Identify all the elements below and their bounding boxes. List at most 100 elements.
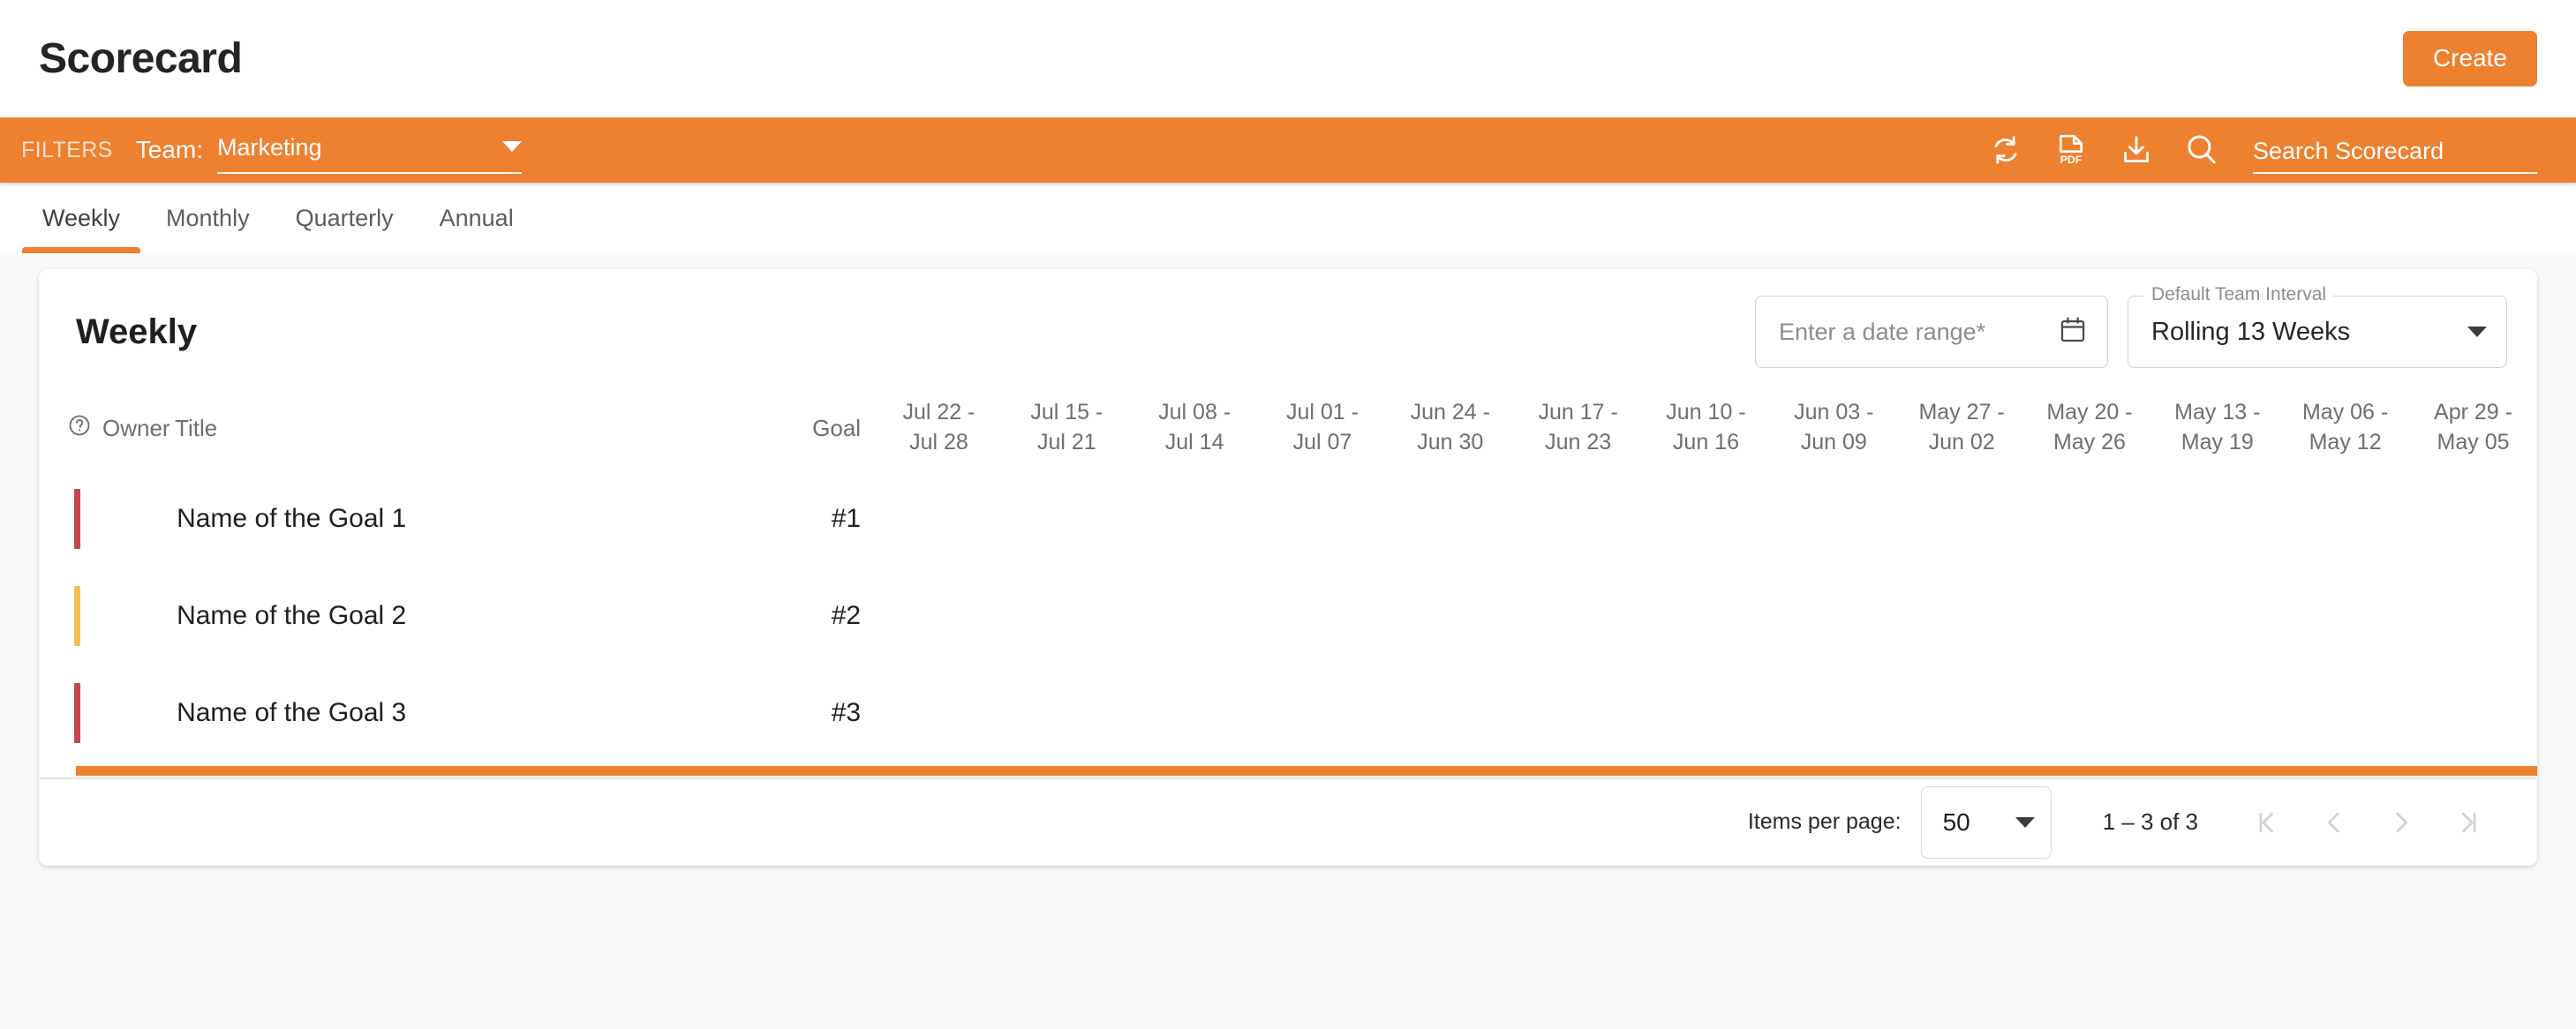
items-per-page-select[interactable]: 50 — [1920, 785, 2052, 859]
column-header-week-4[interactable]: Jul 01 - Jul 07 — [1259, 386, 1387, 470]
column-header-week-3[interactable]: Jul 08 - Jul 14 — [1131, 386, 1259, 470]
previous-page-icon[interactable] — [2301, 789, 2368, 856]
refresh-icon[interactable] — [1986, 131, 2025, 169]
row-week-cell-13[interactable] — [2409, 567, 2537, 665]
row-week-cell-8[interactable] — [1770, 470, 1898, 567]
row-week-cell-4[interactable] — [1259, 665, 1387, 762]
row-week-cell-7[interactable] — [1642, 567, 1770, 665]
row-title-cell[interactable]: Name of the Goal 3 — [175, 665, 746, 762]
row-week-cell-12[interactable] — [2281, 665, 2409, 762]
column-header-week-2[interactable]: Jul 15 - Jul 21 — [1003, 386, 1131, 470]
create-button[interactable]: Create — [2402, 31, 2537, 86]
help-circle-icon[interactable] — [67, 413, 92, 444]
download-icon[interactable] — [2117, 131, 2156, 169]
default-team-interval-label: Default Team Interval — [2144, 285, 2334, 304]
column-header-week-1[interactable]: Jul 22 - Jul 28 — [875, 386, 1003, 470]
row-week-cell-1[interactable] — [875, 665, 1003, 762]
row-week-cell-9[interactable] — [1898, 470, 2026, 567]
row-week-cell-13[interactable] — [2409, 665, 2537, 762]
row-week-cell-3[interactable] — [1131, 470, 1259, 567]
scorecard-card: Weekly Enter a date range* Default Team … — [39, 269, 2537, 866]
search-icon[interactable] — [2182, 131, 2221, 169]
table-row[interactable]: Name of the Goal 3 #3 — [39, 665, 2537, 762]
column-header-week-7[interactable]: Jun 10 - Jun 16 — [1642, 386, 1770, 470]
status-indicator-bar — [74, 683, 80, 743]
row-week-cell-5[interactable] — [1386, 470, 1514, 567]
row-week-cell-5[interactable] — [1386, 567, 1514, 665]
first-page-icon[interactable] — [2233, 789, 2301, 856]
table-bottom-divider — [39, 777, 2537, 779]
column-header-title-label: Title — [175, 414, 218, 441]
row-week-cell-2[interactable] — [1003, 665, 1131, 762]
items-per-page-value: 50 — [1942, 807, 1970, 836]
card-title: Weekly — [76, 312, 198, 351]
goal-title: Name of the Goal 2 — [177, 601, 407, 630]
scorecard-table-wrapper: Owner Title Goal Jul 22 - Jul 28 Jul 15 -… — [39, 386, 2537, 779]
table-row[interactable]: Name of the Goal 2 #2 — [39, 567, 2537, 665]
row-week-cell-9[interactable] — [1898, 567, 2026, 665]
row-week-cell-8[interactable] — [1770, 665, 1898, 762]
row-week-cell-11[interactable] — [2153, 470, 2281, 567]
column-header-week-10[interactable]: May 20 - May 26 — [2026, 386, 2154, 470]
tab-monthly[interactable]: Monthly — [143, 183, 273, 253]
row-title-cell[interactable]: Name of the Goal 1 — [175, 470, 746, 567]
row-week-cell-2[interactable] — [1003, 470, 1131, 567]
horizontal-scrollbar-thumb[interactable] — [76, 766, 2537, 776]
week-label: May 06 - May 12 — [2301, 400, 2389, 454]
row-week-cell-3[interactable] — [1131, 665, 1259, 762]
tab-annual[interactable]: Annual — [417, 183, 537, 253]
next-page-icon[interactable] — [2368, 789, 2435, 856]
row-week-cell-10[interactable] — [2026, 665, 2154, 762]
column-header-owner[interactable]: Owner — [39, 386, 175, 470]
column-header-week-13[interactable]: Apr 29 - May 05 — [2409, 386, 2537, 470]
week-label: Jun 17 - Jun 23 — [1538, 400, 1618, 454]
row-week-cell-3[interactable] — [1131, 567, 1259, 665]
column-header-week-8[interactable]: Jun 03 - Jun 09 — [1770, 386, 1898, 470]
search-input[interactable]: Search Scorecard — [2253, 126, 2537, 174]
column-header-week-11[interactable]: May 13 - May 19 — [2153, 386, 2281, 470]
pdf-icon[interactable]: PDF — [2052, 131, 2090, 169]
row-week-cell-9[interactable] — [1898, 665, 2026, 762]
row-week-cell-12[interactable] — [2281, 567, 2409, 665]
team-filter-select[interactable]: Marketing — [217, 126, 522, 174]
column-header-week-6[interactable]: Jun 17 - Jun 23 — [1514, 386, 1642, 470]
row-week-cell-5[interactable] — [1386, 665, 1514, 762]
last-page-icon[interactable] — [2435, 789, 2502, 856]
row-week-cell-1[interactable] — [875, 470, 1003, 567]
row-week-cell-12[interactable] — [2281, 470, 2409, 567]
row-week-cell-11[interactable] — [2153, 665, 2281, 762]
row-week-cell-6[interactable] — [1514, 470, 1642, 567]
row-week-cell-10[interactable] — [2026, 567, 2154, 665]
row-week-cell-7[interactable] — [1642, 470, 1770, 567]
row-week-cell-13[interactable] — [2409, 470, 2537, 567]
column-header-week-5[interactable]: Jun 24 - Jun 30 — [1386, 386, 1514, 470]
date-range-input[interactable]: Enter a date range* — [1755, 296, 2108, 368]
row-week-cell-10[interactable] — [2026, 470, 2154, 567]
column-header-week-9[interactable]: May 27 - Jun 02 — [1898, 386, 2026, 470]
row-goal-cell: #1 — [746, 470, 875, 567]
calendar-icon[interactable] — [2058, 315, 2088, 349]
row-week-cell-2[interactable] — [1003, 567, 1131, 665]
table-row[interactable]: Name of the Goal 1 #1 — [39, 470, 2537, 567]
column-header-week-12[interactable]: May 06 - May 12 — [2281, 386, 2409, 470]
row-week-cell-6[interactable] — [1514, 665, 1642, 762]
row-week-cell-6[interactable] — [1514, 567, 1642, 665]
row-week-cell-8[interactable] — [1770, 567, 1898, 665]
column-header-title[interactable]: Title — [175, 386, 746, 470]
tab-quarterly[interactable]: Quarterly — [273, 183, 417, 253]
horizontal-scrollbar[interactable] — [39, 765, 2537, 777]
row-goal-cell: #2 — [746, 567, 875, 665]
row-title-cell[interactable]: Name of the Goal 2 — [175, 567, 746, 665]
row-week-cell-4[interactable] — [1259, 470, 1387, 567]
row-week-cell-11[interactable] — [2153, 567, 2281, 665]
week-label: Jul 08 - Jul 14 — [1158, 400, 1232, 454]
row-week-cell-7[interactable] — [1642, 665, 1770, 762]
week-label: May 20 - May 26 — [2046, 400, 2133, 454]
scorecard-table: Owner Title Goal Jul 22 - Jul 28 Jul 15 -… — [39, 386, 2537, 762]
column-header-goal[interactable]: Goal — [746, 386, 875, 470]
row-week-cell-4[interactable] — [1259, 567, 1387, 665]
tab-weekly[interactable]: Weekly — [19, 183, 143, 253]
row-week-cell-1[interactable] — [875, 567, 1003, 665]
default-team-interval-select[interactable]: Default Team Interval Rolling 13 Weeks — [2128, 285, 2507, 368]
week-label: Jul 22 - Jul 28 — [902, 400, 975, 454]
